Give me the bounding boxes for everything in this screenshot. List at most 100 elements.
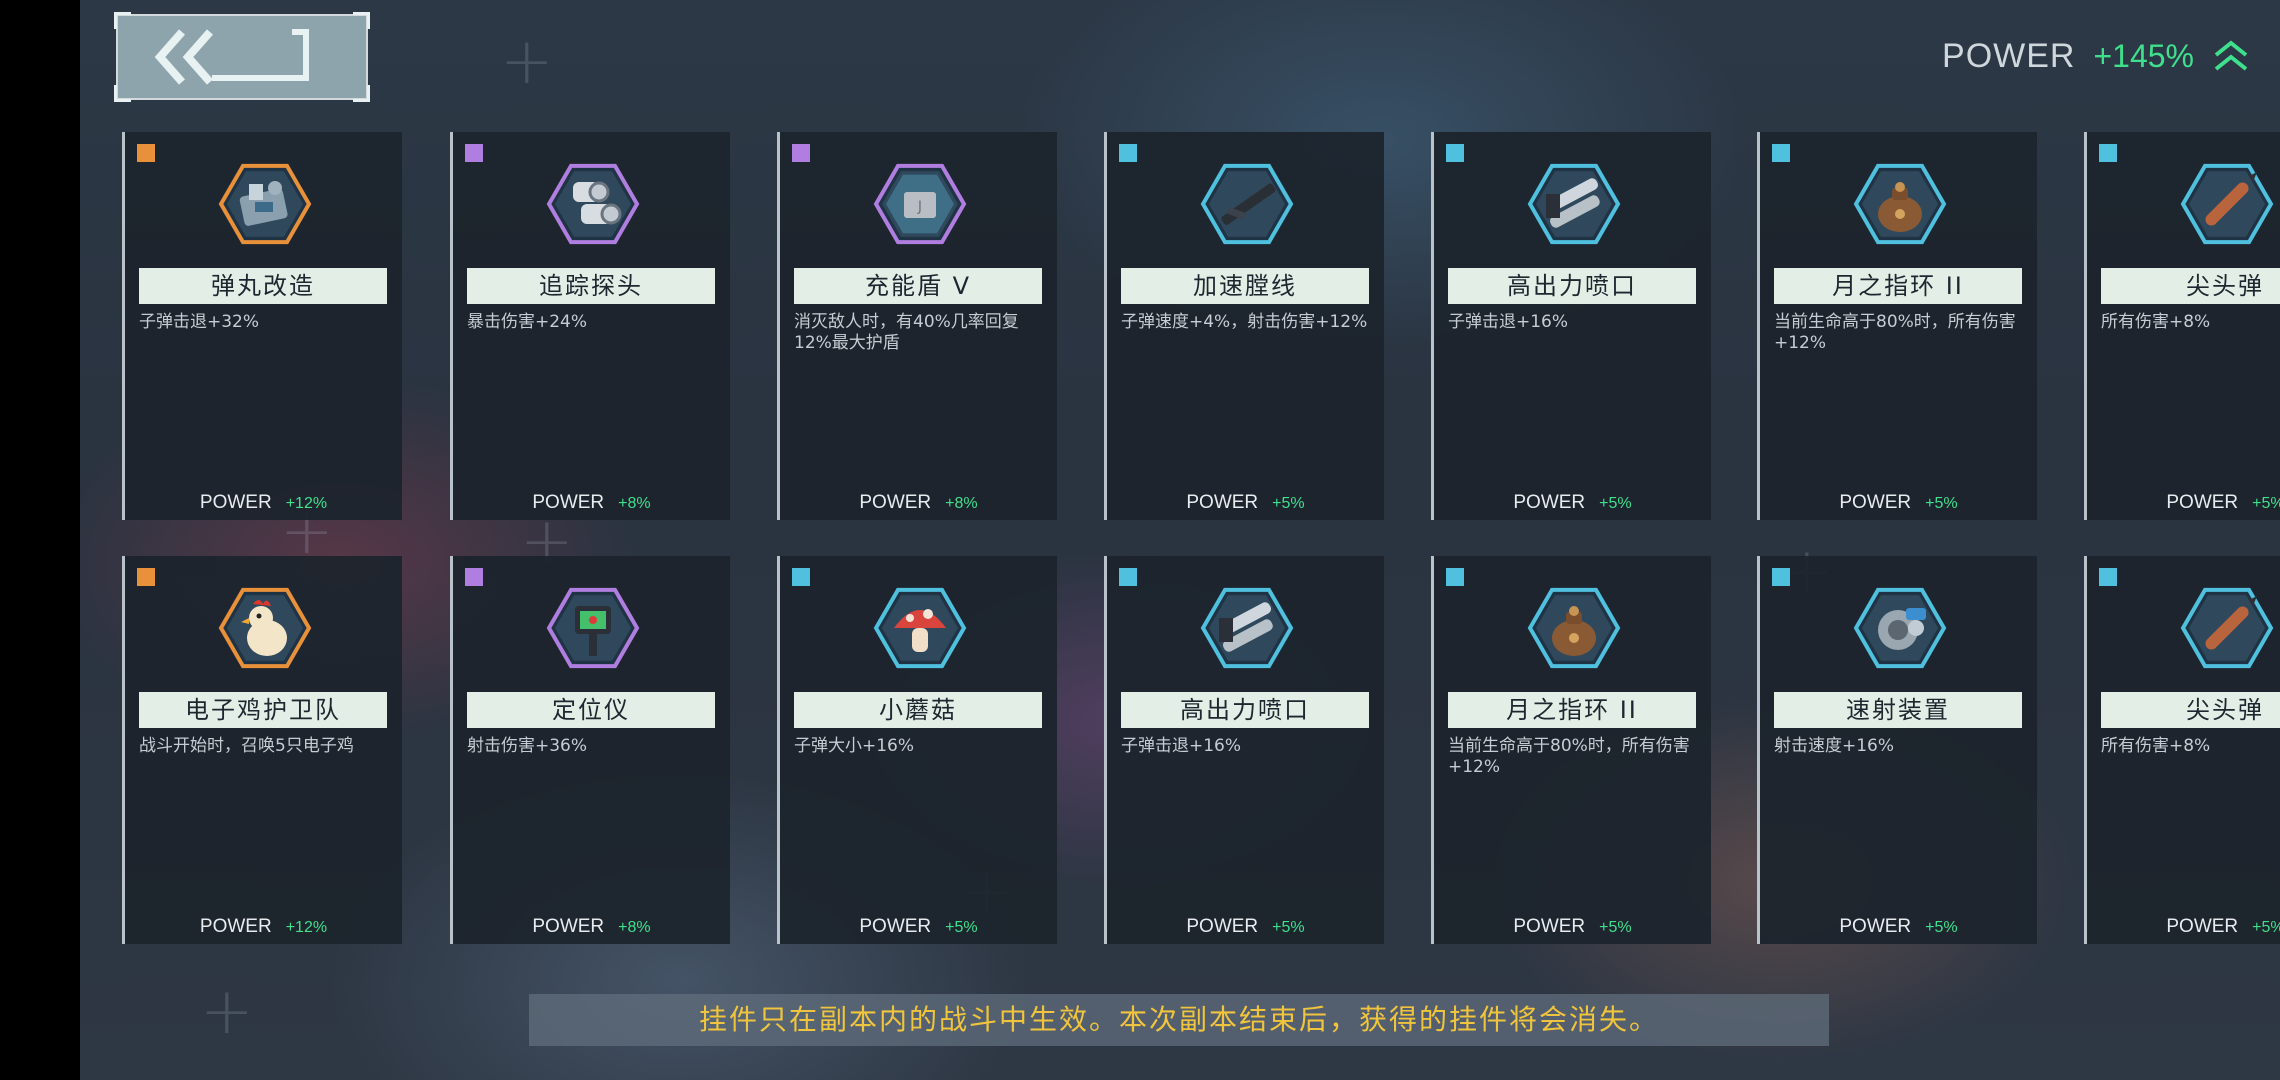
pendant-power: POWER +5% [2087,492,2280,514]
power-value: +5% [1925,495,1958,512]
pendant-name: 电子鸡护卫队 [139,692,387,728]
power-label: POWER [199,916,272,937]
power-label: POWER [859,916,932,937]
pendant-description: 暴击伤害+24% [467,312,588,332]
pendant-description: 子弹大小+16% [794,736,915,756]
power-value: +5% [945,919,978,936]
rarity-marker [1772,568,1790,586]
pendant-card[interactable]: 追踪探头 暴击伤害+24% POWER +8% [450,132,730,520]
pendant-name: 追踪探头 [467,268,715,304]
rarity-marker [1119,144,1137,162]
power-label: POWER [1186,492,1259,513]
rarity-marker [2099,568,2117,586]
pendant-name: 月之指环 II [1774,268,2022,304]
rarity-marker [1772,144,1790,162]
pendant-description: 子弹速度+4%，射击伤害+12% [1121,312,1368,332]
power-value: +12% [285,495,328,512]
pendant-card[interactable]: 月之指环 II 当前生命高于80%时，所有伤害+12% POWER +5% [1431,556,1711,944]
notice-banner: 挂件只在副本内的战斗中生效。本次副本结束后，获得的挂件将会消失。 [529,994,1829,1046]
pendant-power: POWER +5% [1434,916,1711,938]
background-cross: + [200,975,254,1049]
back-button[interactable] [114,12,370,102]
power-value: +145% [2093,37,2194,74]
pendant-description: 子弹击退+16% [1448,312,1569,332]
pendant-name: 充能盾 V [794,268,1042,304]
pendant-power: POWER +5% [1107,492,1384,514]
total-power: POWER +145% [1942,34,2250,78]
rarity-marker [1119,568,1137,586]
rarity-marker [465,144,483,162]
power-value: +8% [618,919,651,936]
tracking-probe-icon [543,154,643,254]
power-value: +8% [945,495,978,512]
pendant-card[interactable]: 月之指环 II 当前生命高于80%时，所有伤害+12% POWER +5% [1757,132,2037,520]
rarity-marker [1446,144,1464,162]
rarity-marker [792,568,810,586]
rarity-marker [2099,144,2117,162]
pendant-card[interactable]: 尖头弹 所有伤害+8% POWER +5% [2084,132,2280,520]
nozzle-icon [1197,578,1297,678]
pendant-card[interactable]: 电子鸡护卫队 战斗开始时，召唤5只电子鸡 POWER +12% [122,556,402,944]
power-label: POWER [1513,916,1586,937]
pendant-name: 小蘑菇 [794,692,1042,728]
chicken-icon [215,578,315,678]
rifling-icon [1197,154,1297,254]
pendant-description: 所有伤害+8% [2101,736,2211,756]
pendant-description: 消灭敌人时，有40%几率回复12%最大护盾 [794,312,1019,353]
pendant-name: 定位仪 [467,692,715,728]
nozzle-icon [1524,154,1624,254]
pendant-description: 射击速度+16% [1774,736,1895,756]
pendant-card[interactable]: 弹丸改造 子弹击退+32% POWER +12% [122,132,402,520]
pendant-description: 当前生命高于80%时，所有伤害+12% [1448,736,1690,777]
power-label: POWER [2166,916,2239,937]
power-label: POWER [2166,492,2239,513]
power-value: +12% [285,919,328,936]
svg-text:J: J [917,199,922,215]
pendant-description: 子弹击退+32% [139,312,260,332]
power-label: POWER [199,492,272,513]
pendant-power: POWER +5% [1760,916,2037,938]
pendant-card[interactable]: 加速膛线 子弹速度+4%，射击伤害+12% POWER +5% [1104,132,1384,520]
pendant-card[interactable]: 定位仪 射击伤害+36% POWER +8% [450,556,730,944]
pendant-power: POWER +8% [453,492,730,514]
pendant-description: 子弹击退+16% [1121,736,1242,756]
rarity-marker [137,568,155,586]
pendant-card[interactable]: 尖头弹 所有伤害+8% POWER +5% [2084,556,2280,944]
power-label: POWER [1186,916,1259,937]
pendant-card[interactable]: 高出力喷口 子弹击退+16% POWER +5% [1431,132,1711,520]
pointed-bullet-icon [2177,154,2277,254]
pendant-power: POWER +8% [453,916,730,938]
pendant-name: 加速膛线 [1121,268,1369,304]
pendant-name: 高出力喷口 [1448,268,1696,304]
power-value: +5% [1599,495,1632,512]
pendant-card[interactable]: J 充能盾 V 消灭敌人时，有40%几率回复12%最大护盾 POWER +8% [777,132,1057,520]
power-value: +8% [618,495,651,512]
pendant-description: 射击伤害+36% [467,736,588,756]
power-value: +5% [2252,919,2280,936]
power-value: +5% [1272,919,1305,936]
pendant-name: 尖头弹 [2101,692,2280,728]
pendant-description: 战斗开始时，召唤5只电子鸡 [139,736,354,756]
power-value: +5% [1925,919,1958,936]
power-label: POWER [859,492,932,513]
game-screen: + + + + + + + POWER +145% [0,0,2280,1080]
power-value: +5% [1272,495,1305,512]
bullet-mod-icon [215,154,315,254]
background-cross: + [500,25,554,99]
pendant-name: 速射装置 [1774,692,2022,728]
pointed-bullet-icon [2177,578,2277,678]
shield-icon: J [870,154,970,254]
power-label: POWER [1942,36,2076,75]
power-label: POWER [532,492,605,513]
power-value: +5% [1599,919,1632,936]
pendant-card[interactable]: 高出力喷口 子弹击退+16% POWER +5% [1104,556,1384,944]
locator-icon [543,578,643,678]
power-value: +5% [2252,495,2280,512]
pendant-card[interactable]: 小蘑菇 子弹大小+16% POWER +5% [777,556,1057,944]
pendant-name: 高出力喷口 [1121,692,1369,728]
rarity-marker [792,144,810,162]
pouch-icon [1850,154,1950,254]
pouch-icon [1524,578,1624,678]
pendant-card[interactable]: 速射装置 射击速度+16% POWER +5% [1757,556,2037,944]
rarity-marker [465,568,483,586]
